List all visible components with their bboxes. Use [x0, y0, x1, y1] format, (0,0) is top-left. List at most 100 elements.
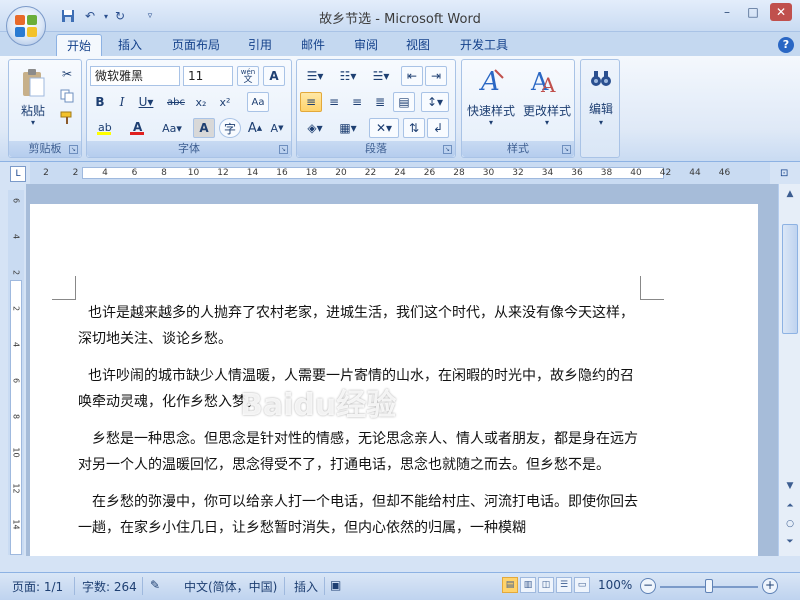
undo-icon[interactable]: ↶ [82, 8, 98, 24]
redo-icon[interactable]: ↻ [112, 8, 128, 24]
customize-icon[interactable]: ▿ [142, 8, 158, 24]
tab-page-layout[interactable]: 页面布局 [162, 34, 230, 56]
paragraph-3[interactable]: 乡愁是一种思念。但思念是针对性的情感，无论思念亲人、情人或者朋友，都是身在远方对… [78, 426, 638, 478]
align-left-icon[interactable]: ≡ [300, 92, 322, 112]
scroll-down-icon[interactable]: ▼ [782, 478, 798, 494]
sort-icon[interactable]: ⇅ [403, 118, 425, 138]
change-styles-icon[interactable]: AA [524, 64, 564, 98]
multilevel-list-icon[interactable]: ☱▾ [366, 66, 396, 86]
shading-icon[interactable]: ◈▾ [300, 118, 330, 138]
shrink-font-button[interactable]: A ▼ [267, 118, 287, 138]
tab-references[interactable]: 引用 [238, 34, 282, 56]
grow-font-button[interactable]: A ▲ [245, 118, 265, 138]
tab-view[interactable]: 视图 [396, 34, 440, 56]
minimize-button[interactable]: – [716, 3, 738, 21]
find-binoculars-icon[interactable] [587, 66, 615, 92]
clear-formatting-icon[interactable]: Aa [247, 92, 269, 112]
ruler-toggle-icon[interactable]: ⊡ [780, 168, 794, 182]
tab-insert[interactable]: 插入 [108, 34, 152, 56]
quick-styles-dropdown-icon[interactable]: ▾ [462, 118, 520, 127]
align-center-icon[interactable]: ≡ [323, 92, 345, 112]
numbering-icon[interactable]: ☷▾ [333, 66, 363, 86]
scroll-thumb[interactable] [782, 224, 798, 334]
char-shading-button[interactable]: A [193, 118, 215, 138]
increase-indent-icon[interactable]: ⇥ [425, 66, 447, 86]
macro-record-icon[interactable]: ▣ [330, 578, 341, 592]
help-icon[interactable]: ? [778, 37, 794, 53]
decrease-indent-icon[interactable]: ⇤ [401, 66, 423, 86]
editing-button[interactable]: 编辑 [581, 100, 621, 117]
format-painter-icon[interactable] [57, 108, 77, 128]
subscript-button[interactable]: x₂ [190, 92, 212, 112]
proofing-icon[interactable]: ✎ [150, 578, 160, 592]
justify-icon[interactable]: ≣ [369, 92, 391, 112]
vertical-scrollbar[interactable]: ▲ ▼ ⏶ ○ ⏷ [778, 184, 800, 556]
tab-stop-selector[interactable]: L [10, 166, 26, 182]
tab-review[interactable]: 审阅 [344, 34, 388, 56]
quick-styles-icon[interactable]: A [472, 64, 512, 98]
tab-mailings[interactable]: 邮件 [291, 34, 335, 56]
font-color-button[interactable]: A [123, 118, 153, 138]
tab-home[interactable]: 开始 [56, 34, 103, 56]
phonetic-guide-button[interactable]: wén 文 [237, 66, 259, 86]
strikethrough-button[interactable]: abc [164, 92, 188, 112]
page-indicator[interactable]: 页面: 1/1 [12, 578, 63, 595]
browse-object-icon[interactable]: ○ [782, 516, 798, 532]
highlight-color-button[interactable]: ab [90, 118, 120, 138]
draft-view-icon[interactable]: ▭ [574, 577, 590, 593]
print-layout-icon[interactable]: ▤ [502, 577, 518, 593]
quick-styles-button[interactable]: 快速样式 [462, 102, 520, 119]
horizontal-ruler[interactable]: 2 2 4 6 8 10 12 14 16 18 20 22 24 26 28 30 32 34 36 38 40 42 4… [30, 162, 770, 184]
font-launcher-icon[interactable]: ↘ [279, 145, 288, 154]
editing-dropdown-icon[interactable]: ▾ [581, 118, 621, 127]
underline-button[interactable]: U▾ [134, 92, 158, 112]
maximize-button[interactable]: □ [742, 3, 764, 21]
tab-developer[interactable]: 开发工具 [450, 34, 518, 56]
insert-mode[interactable]: 插入 [294, 578, 318, 595]
copy-icon[interactable] [57, 86, 77, 106]
web-layout-icon[interactable]: ◫ [538, 577, 554, 593]
paragraph-1[interactable]: 也许是越来越多的人抛弃了农村老家，进城生活，我们这个时代，从来没有像今天这样，深… [78, 300, 638, 352]
superscript-button[interactable]: x² [214, 92, 236, 112]
char-border-button[interactable]: A [263, 66, 285, 86]
font-name-select[interactable]: 微软雅黑 [90, 66, 180, 86]
zoom-slider-thumb[interactable] [705, 579, 713, 593]
save-icon[interactable] [60, 8, 76, 24]
enclose-char-button[interactable]: 字 [219, 118, 241, 138]
zoom-level[interactable]: 100% [598, 578, 632, 592]
cut-icon[interactable]: ✂ [57, 64, 77, 84]
change-case-button[interactable]: Aa▾ [157, 118, 187, 138]
word-count[interactable]: 字数: 264 [82, 578, 137, 595]
italic-button[interactable]: I [112, 92, 132, 112]
paste-button[interactable]: 粘贴 [15, 102, 51, 119]
paste-dropdown-icon[interactable]: ▾ [15, 118, 51, 127]
vertical-ruler[interactable]: 6 4 2 2 4 6 8 10 12 14 [8, 190, 24, 555]
change-styles-button[interactable]: 更改样式 [518, 102, 576, 119]
zoom-in-button[interactable]: + [762, 578, 778, 594]
full-screen-reading-icon[interactable]: ▥ [520, 577, 536, 593]
paragraph-launcher-icon[interactable]: ↘ [443, 145, 452, 154]
bold-button[interactable]: B [90, 92, 110, 112]
font-size-select[interactable]: 11 [183, 66, 233, 86]
scroll-up-icon[interactable]: ▲ [782, 186, 798, 202]
paste-icon[interactable] [15, 64, 51, 102]
office-button[interactable] [6, 6, 46, 46]
next-page-icon[interactable]: ⏷ [782, 534, 798, 550]
chinese-layout-icon[interactable]: ✕▾ [369, 118, 399, 138]
styles-launcher-icon[interactable]: ↘ [562, 145, 571, 154]
show-marks-icon[interactable]: ↲ [427, 118, 449, 138]
line-spacing-icon[interactable]: ↕▾ [421, 92, 449, 112]
document-page[interactable]: 也许是越来越多的人抛弃了农村老家，进城生活，我们这个时代，从来没有像今天这样，深… [30, 204, 758, 556]
clipboard-launcher-icon[interactable]: ↘ [69, 145, 78, 154]
paragraph-4[interactable]: 在乡愁的弥漫中，你可以给亲人打一个电话，但却不能给村庄、河流打电话。即使你回去一… [78, 489, 638, 541]
close-button[interactable]: ✕ [770, 3, 792, 21]
prev-page-icon[interactable]: ⏶ [782, 498, 798, 514]
bullets-icon[interactable]: ☰▾ [300, 66, 330, 86]
change-styles-dropdown-icon[interactable]: ▾ [518, 118, 576, 127]
borders-icon[interactable]: ▦▾ [333, 118, 363, 138]
distributed-icon[interactable]: ▤ [393, 92, 415, 112]
zoom-out-button[interactable]: − [640, 578, 656, 594]
document-body[interactable]: 也许是越来越多的人抛弃了农村老家，进城生活，我们这个时代，从来没有像今天这样，深… [78, 300, 638, 552]
outline-view-icon[interactable]: ☰ [556, 577, 572, 593]
language-indicator[interactable]: 中文(简体，中国) [184, 578, 277, 595]
